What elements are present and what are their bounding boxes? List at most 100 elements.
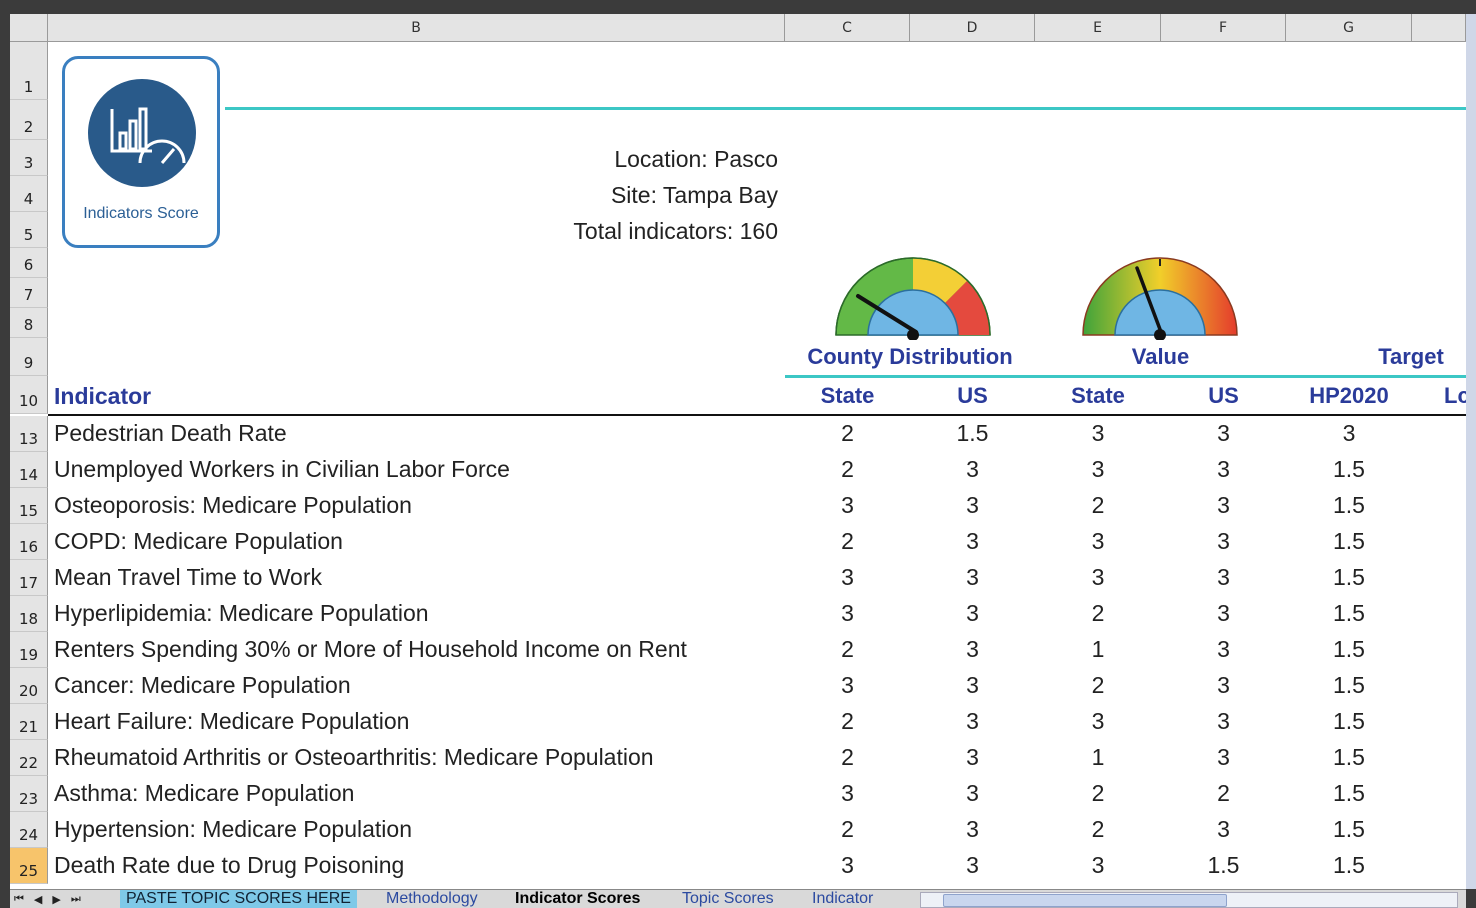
score-cell[interactable]: 1.5: [1161, 852, 1286, 879]
horizontal-scroll-thumb[interactable]: [943, 894, 1227, 907]
indicator-name-cell[interactable]: Heart Failure: Medicare Population: [54, 708, 409, 735]
score-cell[interactable]: 1.5: [1286, 744, 1412, 771]
row-header[interactable]: 6: [10, 248, 48, 278]
column-header-h[interactable]: [1412, 14, 1466, 42]
score-cell[interactable]: 3: [1286, 420, 1412, 447]
tab-indicator-partial[interactable]: Indicator: [812, 890, 873, 908]
score-cell[interactable]: 3: [1035, 528, 1161, 555]
score-cell[interactable]: 2: [1035, 816, 1161, 843]
indicator-name-cell[interactable]: Hypertension: Medicare Population: [54, 816, 412, 843]
score-cell[interactable]: 3: [1035, 456, 1161, 483]
score-cell[interactable]: 1.5: [1286, 492, 1412, 519]
score-cell[interactable]: 3: [910, 708, 1035, 735]
spreadsheet-grid[interactable]: B C D E F G 1 2 3 4 5 6 7 8 9 10 Indicat…: [10, 14, 1466, 889]
next-sheet-arrow-icon[interactable]: ▶: [52, 893, 60, 906]
row-header[interactable]: 13: [10, 416, 48, 452]
score-cell[interactable]: 3: [1035, 852, 1161, 879]
score-cell[interactable]: 3: [1161, 420, 1286, 447]
score-cell[interactable]: 2: [1035, 672, 1161, 699]
score-cell[interactable]: 3: [1161, 600, 1286, 627]
score-cell[interactable]: 2: [785, 456, 910, 483]
row-header[interactable]: 8: [10, 308, 48, 338]
score-cell[interactable]: 3: [910, 816, 1035, 843]
column-header-c[interactable]: C: [785, 14, 910, 42]
score-cell[interactable]: 3: [910, 636, 1035, 663]
score-cell[interactable]: 1: [1035, 744, 1161, 771]
score-cell[interactable]: 1.5: [1286, 528, 1412, 555]
row-header[interactable]: 18: [10, 596, 48, 632]
score-cell[interactable]: 3: [910, 672, 1035, 699]
score-cell[interactable]: 2: [1035, 492, 1161, 519]
indicator-name-cell[interactable]: Mean Travel Time to Work: [54, 564, 322, 591]
score-cell[interactable]: 3: [1161, 564, 1286, 591]
score-cell[interactable]: 3: [1161, 456, 1286, 483]
row-header[interactable]: 3: [10, 140, 48, 176]
row-header[interactable]: 15: [10, 488, 48, 524]
column-header-g[interactable]: G: [1286, 14, 1412, 42]
row-header[interactable]: 20: [10, 668, 48, 704]
score-cell[interactable]: 3: [1161, 816, 1286, 843]
row-header[interactable]: 10: [10, 376, 48, 414]
score-cell[interactable]: 3: [910, 456, 1035, 483]
column-header-d[interactable]: D: [910, 14, 1035, 42]
score-cell[interactable]: 3: [785, 672, 910, 699]
score-cell[interactable]: 3: [1161, 672, 1286, 699]
row-header[interactable]: 14: [10, 452, 48, 488]
row-header[interactable]: 7: [10, 278, 48, 308]
score-cell[interactable]: 3: [1161, 528, 1286, 555]
row-header[interactable]: 21: [10, 704, 48, 740]
score-cell[interactable]: 3: [785, 780, 910, 807]
score-cell[interactable]: 3: [785, 564, 910, 591]
score-cell[interactable]: 1.5: [1286, 456, 1412, 483]
row-header[interactable]: 17: [10, 560, 48, 596]
indicator-name-cell[interactable]: Rheumatoid Arthritis or Osteoarthritis: …: [54, 744, 654, 771]
score-cell[interactable]: 1.5: [1286, 600, 1412, 627]
indicator-name-cell[interactable]: COPD: Medicare Population: [54, 528, 343, 555]
score-cell[interactable]: 3: [785, 492, 910, 519]
score-cell[interactable]: 3: [910, 852, 1035, 879]
score-cell[interactable]: 3: [910, 492, 1035, 519]
indicator-name-cell[interactable]: Hyperlipidemia: Medicare Population: [54, 600, 429, 627]
row-header[interactable]: 9: [10, 338, 48, 376]
column-header-e[interactable]: E: [1035, 14, 1161, 42]
score-cell[interactable]: 1.5: [1286, 636, 1412, 663]
score-cell[interactable]: 3: [785, 600, 910, 627]
score-cell[interactable]: 3: [1161, 636, 1286, 663]
prev-sheet-arrow-icon[interactable]: ◀: [34, 893, 42, 906]
column-header-f[interactable]: F: [1161, 14, 1286, 42]
row-header[interactable]: 25: [10, 848, 48, 884]
score-cell[interactable]: 3: [910, 744, 1035, 771]
score-cell[interactable]: 3: [1035, 708, 1161, 735]
column-header-b[interactable]: B: [48, 14, 785, 42]
last-sheet-arrow-icon[interactable]: ⏭: [71, 893, 81, 906]
score-cell[interactable]: 3: [910, 600, 1035, 627]
score-cell[interactable]: 3: [1035, 564, 1161, 591]
score-cell[interactable]: 3: [1035, 420, 1161, 447]
indicator-name-cell[interactable]: Cancer: Medicare Population: [54, 672, 351, 699]
select-all-corner[interactable]: [10, 14, 48, 42]
row-header[interactable]: 22: [10, 740, 48, 776]
score-cell[interactable]: 1.5: [1286, 780, 1412, 807]
score-cell[interactable]: 2: [785, 744, 910, 771]
score-cell[interactable]: 2: [1035, 600, 1161, 627]
score-cell[interactable]: 1.5: [1286, 816, 1412, 843]
vertical-scrollbar[interactable]: [1466, 14, 1476, 889]
score-cell[interactable]: 1.5: [1286, 852, 1412, 879]
score-cell[interactable]: 2: [785, 420, 910, 447]
first-sheet-arrow-icon[interactable]: ⏮: [14, 893, 24, 906]
score-cell[interactable]: 3: [1161, 744, 1286, 771]
indicator-name-cell[interactable]: Osteoporosis: Medicare Population: [54, 492, 412, 519]
row-header[interactable]: 1: [10, 42, 48, 100]
score-cell[interactable]: 3: [910, 780, 1035, 807]
score-cell[interactable]: 2: [785, 636, 910, 663]
score-cell[interactable]: 3: [1161, 492, 1286, 519]
score-cell[interactable]: 3: [785, 852, 910, 879]
tab-paste-topic-scores[interactable]: PASTE TOPIC SCORES HERE: [120, 890, 357, 908]
score-cell[interactable]: 1.5: [910, 420, 1035, 447]
row-header[interactable]: 19: [10, 632, 48, 668]
score-cell[interactable]: 1.5: [1286, 708, 1412, 735]
score-cell[interactable]: 1.5: [1286, 564, 1412, 591]
indicator-name-cell[interactable]: Asthma: Medicare Population: [54, 780, 354, 807]
indicator-name-cell[interactable]: Pedestrian Death Rate: [54, 420, 287, 447]
score-cell[interactable]: 1: [1035, 636, 1161, 663]
